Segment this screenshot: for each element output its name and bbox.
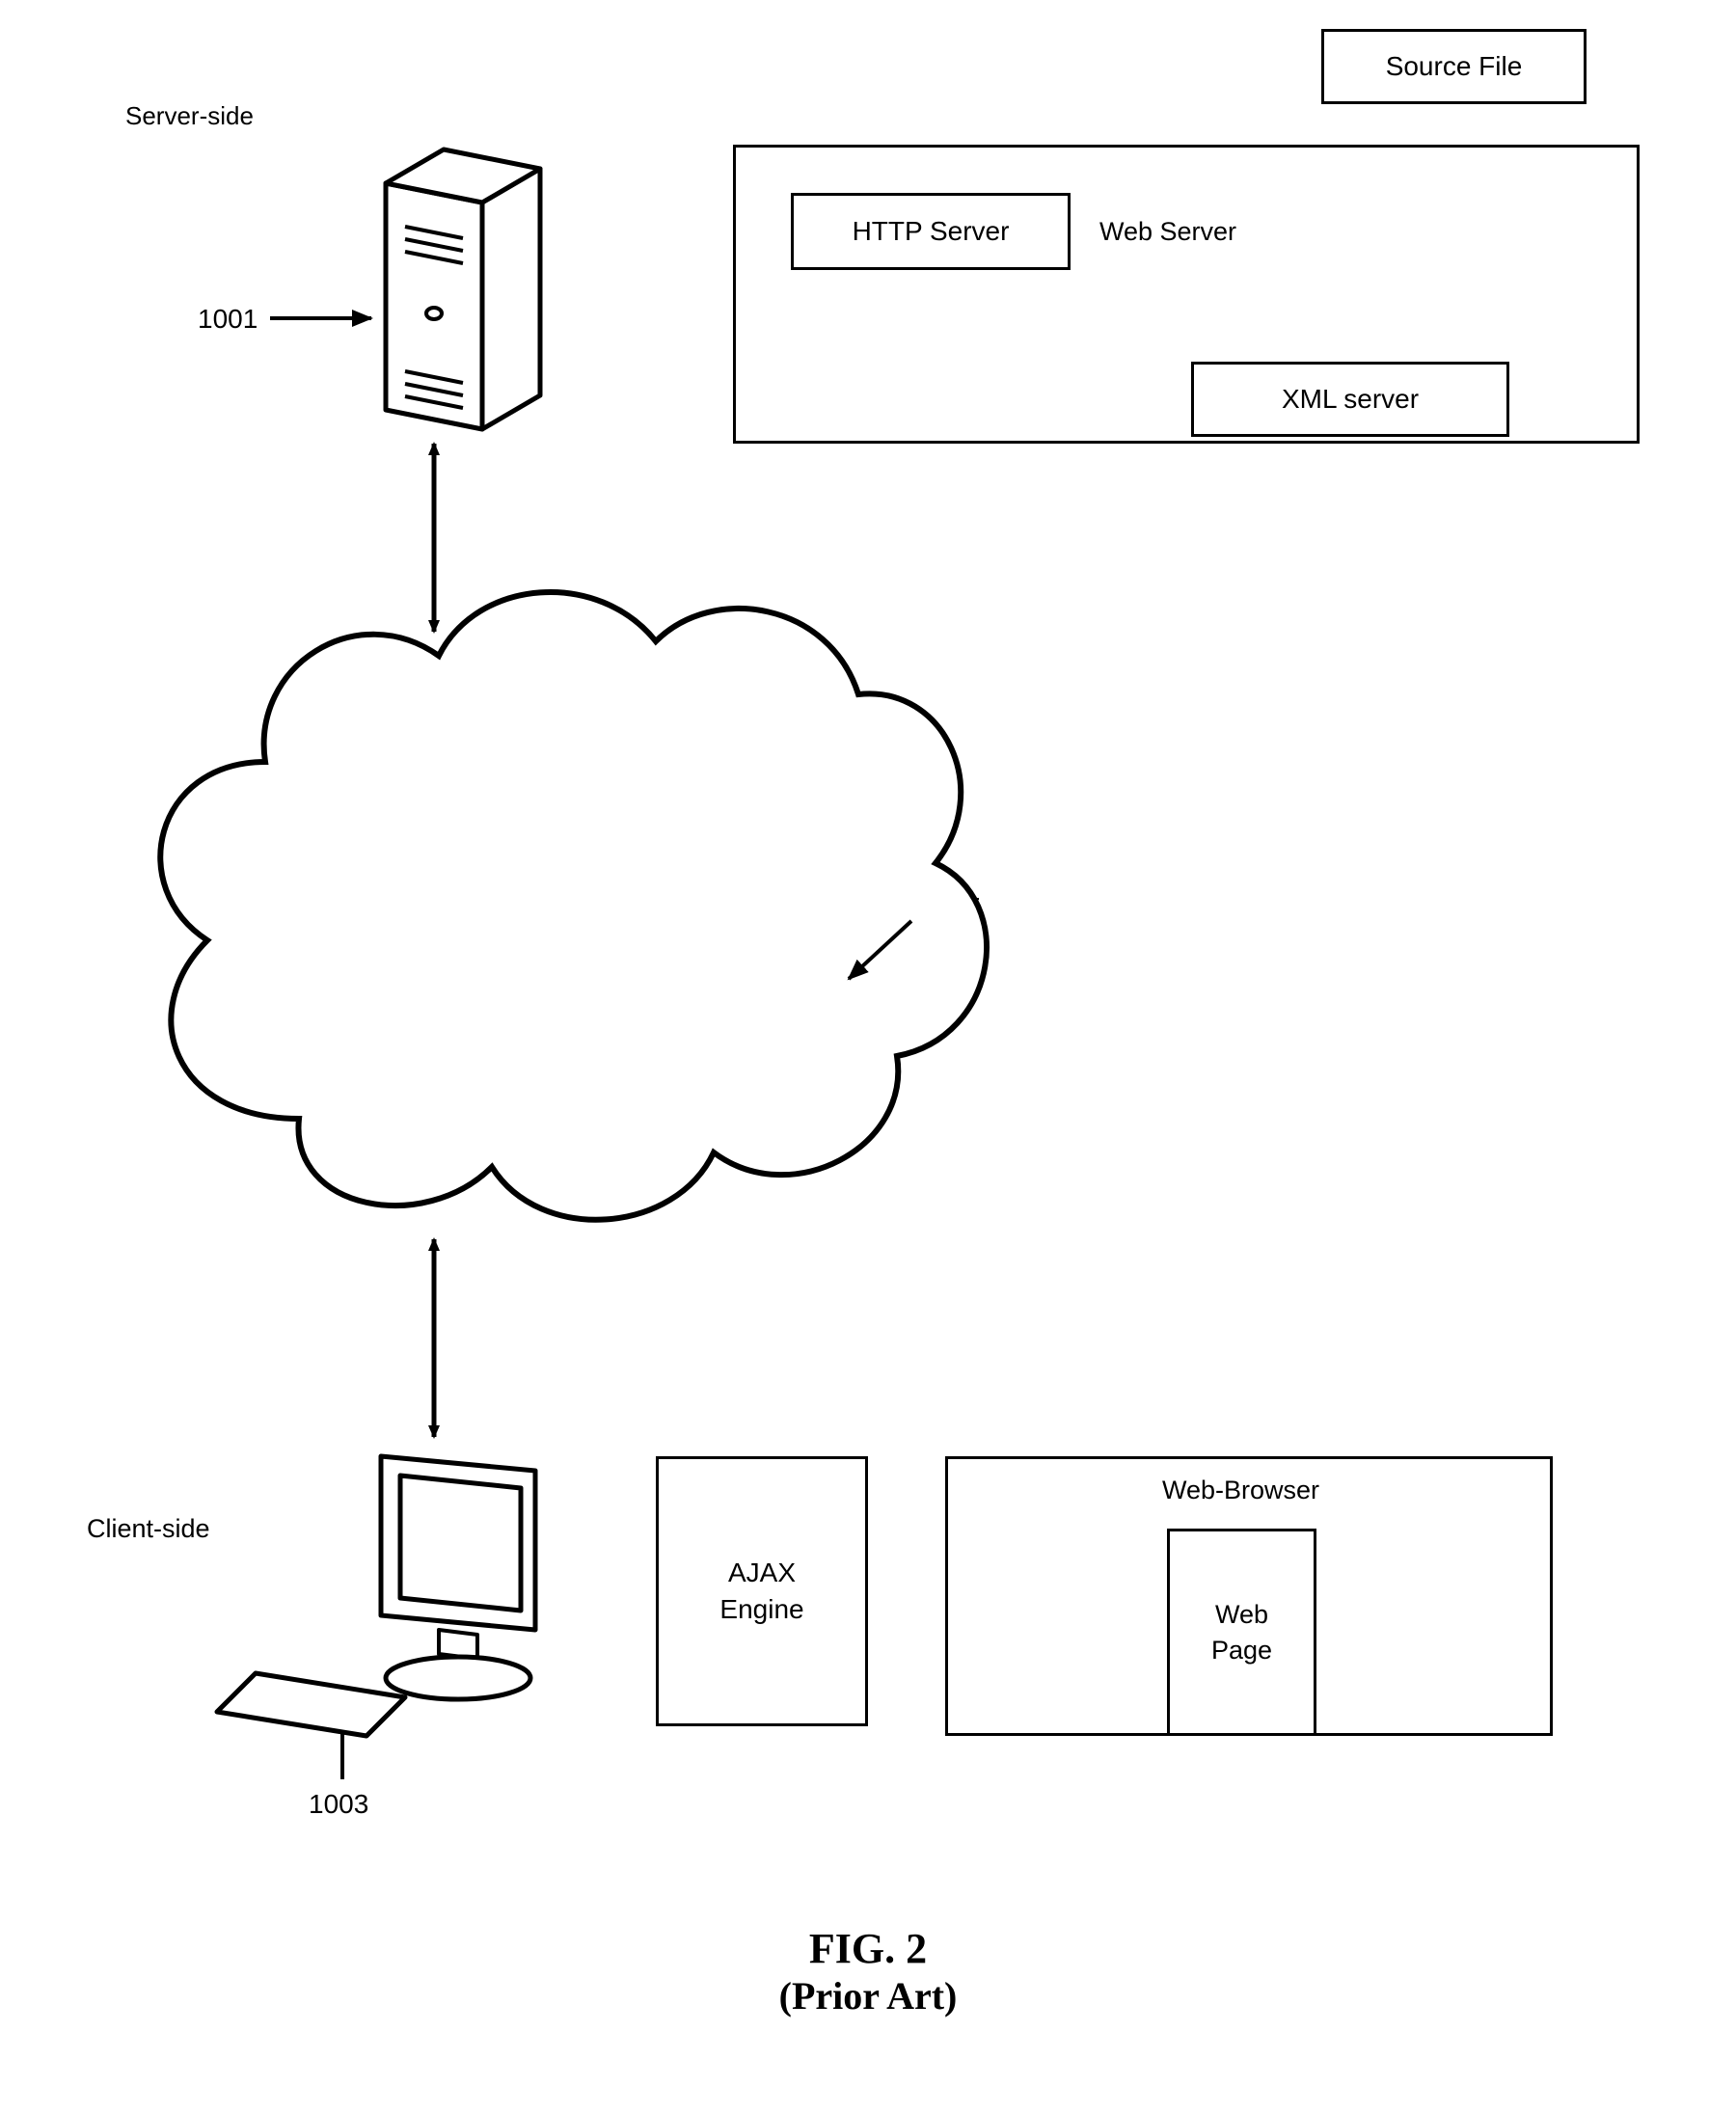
keyboard-icon xyxy=(217,1673,405,1736)
source-file-box: Source File xyxy=(1321,29,1587,104)
cloud-icon xyxy=(160,592,987,1220)
http-server-box: HTTP Server xyxy=(791,193,1071,270)
http-server-label: HTTP Server xyxy=(853,216,1010,247)
server-icon xyxy=(386,149,540,429)
prior-art-label: (Prior Art) xyxy=(0,1973,1736,2018)
figure-number: FIG. 2 xyxy=(0,1924,1736,1973)
monitor-icon xyxy=(381,1456,535,1699)
web-server-label: Web Server xyxy=(1099,217,1236,247)
arrow-ref-1005 xyxy=(849,921,911,979)
ajax-engine-label: AJAX Engine xyxy=(719,1555,803,1628)
server-side-label: Server-side xyxy=(125,101,254,131)
figure-caption: FIG. 2 (Prior Art) xyxy=(0,1924,1736,2018)
source-file-label: Source File xyxy=(1386,51,1523,82)
diagram-canvas: Server-side Source File HTTP Server Web … xyxy=(0,0,1736,2113)
client-side-label: Client-side xyxy=(87,1514,210,1544)
ajax-engine-box: AJAX Engine xyxy=(656,1456,868,1726)
web-page-box: Web Page xyxy=(1167,1529,1316,1736)
web-page-label: Web Page xyxy=(1211,1597,1272,1667)
web-browser-label: Web-Browser xyxy=(1162,1476,1319,1505)
ref-1001-label: 1001 xyxy=(198,304,258,335)
internet-label: INTERNET xyxy=(434,984,586,1016)
xml-server-box: XML server xyxy=(1191,362,1509,437)
xml-server-label: XML server xyxy=(1282,384,1419,415)
ref-1003-label: 1003 xyxy=(309,1789,368,1820)
ref-1005-label: 1005 xyxy=(921,892,981,923)
